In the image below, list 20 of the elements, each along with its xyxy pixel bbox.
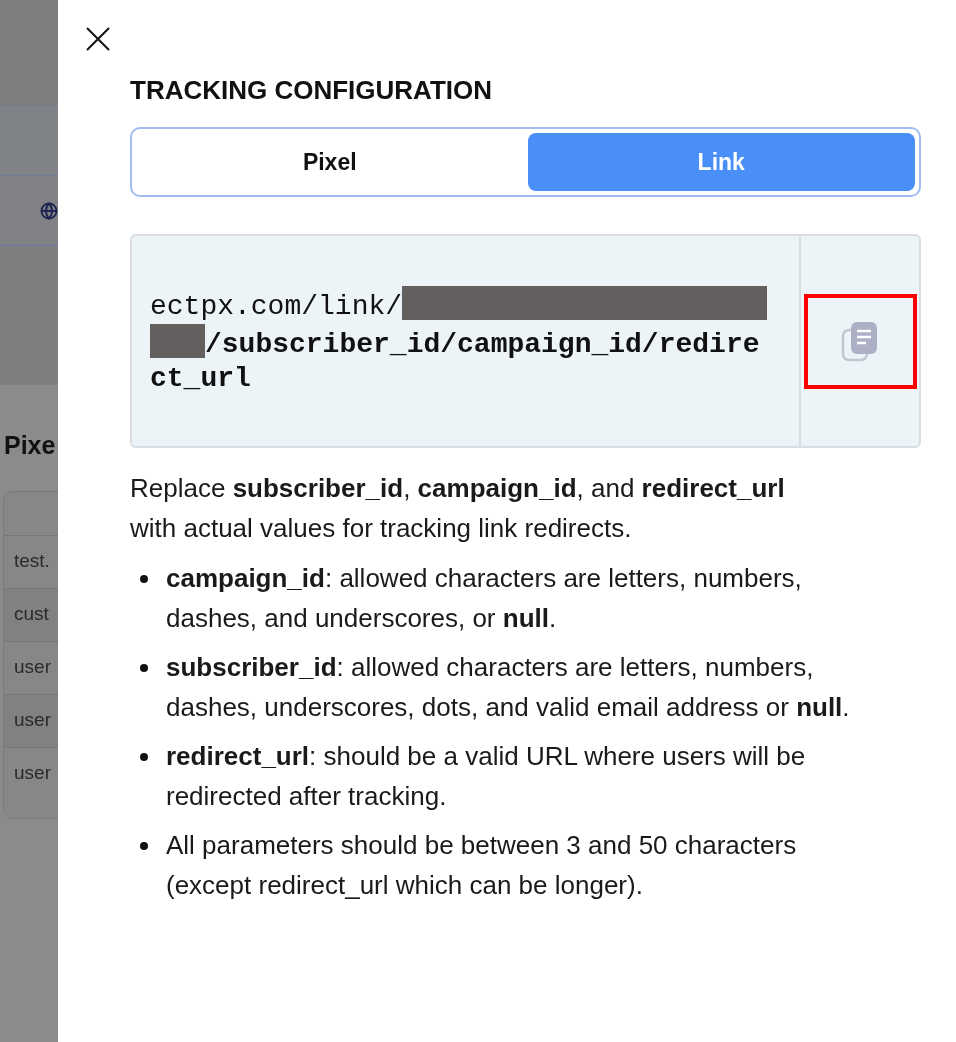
- bullet-text: All parameters should be between 3 and 50 characters (except redirect_url which can be longer).: [166, 829, 798, 902]
- table-cell-text: cust: [14, 602, 49, 627]
- section-title: Pixe: [3, 430, 57, 461]
- tracking-url: ectpx.com/link/ /subscriber_id/campaign_id/redirect_url: [150, 286, 775, 396]
- description-text: Replace subscriber_id, campaign_id, and redirect_url with actual values for tracking link redirects.: [130, 472, 786, 545]
- bullet-icon: [140, 753, 148, 761]
- table-cell-text: user: [14, 708, 51, 733]
- copy-icon: [841, 320, 879, 362]
- table-cell-text: test.: [14, 549, 50, 574]
- bullet-text: redirect_url: should be a valid URL where users will be redirected after tracking.: [166, 740, 807, 813]
- bullet-icon: [140, 575, 148, 583]
- bullet-text: campaign_id: allowed characters are letters, numbers, dashes, and underscores, or null.: [166, 562, 803, 635]
- panel-title: TRACKING CONFIGURATION: [130, 74, 494, 107]
- table-cell-text: user: [14, 655, 51, 680]
- close-button[interactable]: [84, 25, 112, 53]
- table-cell-text: user: [14, 761, 51, 786]
- copy-button[interactable]: [803, 293, 917, 389]
- bullet-icon: [140, 664, 148, 672]
- bullet-icon: [140, 842, 148, 850]
- bullet-text: subscriber_id: allowed characters are letters, numbers, dashes, underscores, dots, and valid email address or null.: [166, 651, 851, 724]
